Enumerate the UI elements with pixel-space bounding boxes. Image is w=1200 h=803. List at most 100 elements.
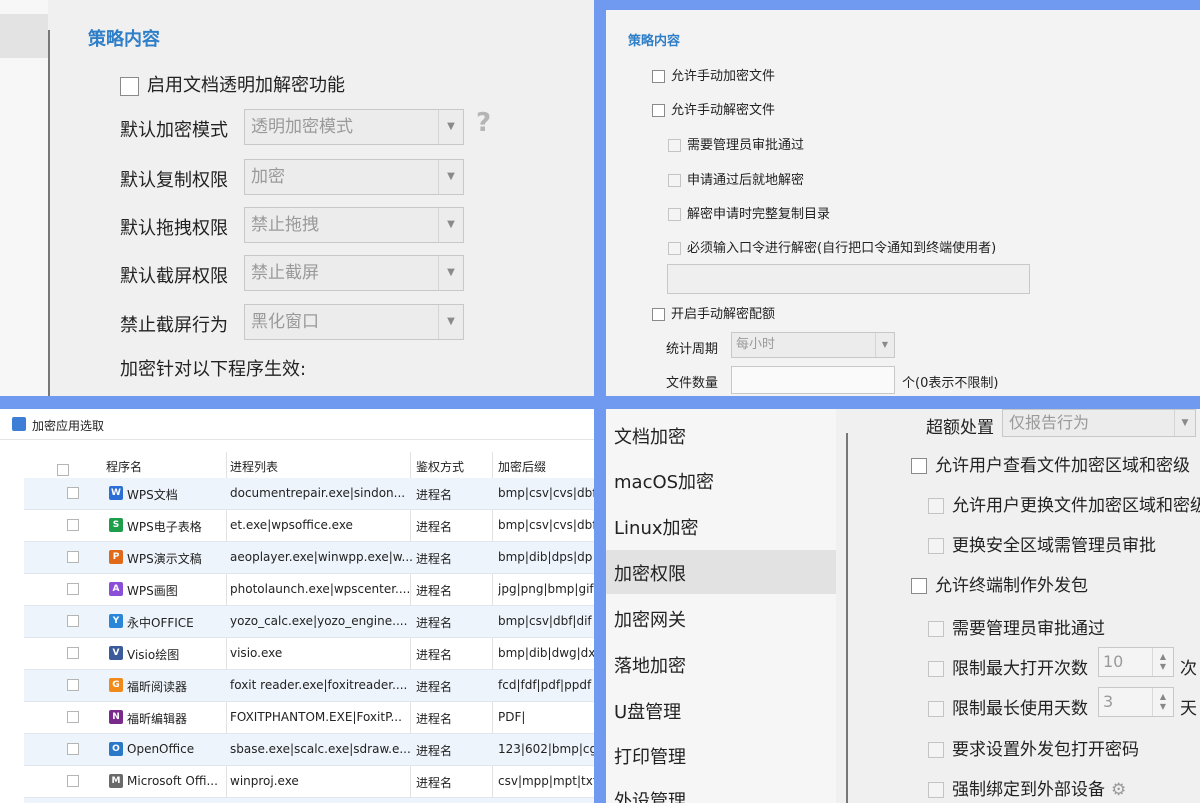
- change-area-checkbox[interactable]: 允许用户更换文件加密区域和密级: [928, 491, 1200, 516]
- view-area-checkbox[interactable]: 允许用户查看文件加密区域和密级: [911, 451, 1190, 476]
- row-checkbox[interactable]: [67, 487, 79, 499]
- checkbox-box[interactable]: [928, 538, 944, 554]
- column-header-process[interactable]: 进程列表: [230, 458, 278, 475]
- row-checkbox[interactable]: [67, 743, 79, 755]
- checkbox-box[interactable]: [928, 621, 944, 637]
- table-row[interactable]: A WPS画图 photolaunch.exe|wpscenter.... 进程名 jp…: [24, 574, 594, 606]
- checkbox-label: 允许用户查看文件加密区域和密级: [935, 456, 1190, 476]
- checkbox-box[interactable]: [668, 242, 681, 255]
- chevron-down-icon[interactable]: ▼: [875, 333, 894, 357]
- column-header-auth[interactable]: 鉴权方式: [416, 458, 464, 475]
- need-admin-checkbox[interactable]: 需要管理员审批通过: [668, 134, 804, 153]
- row-checkbox[interactable]: [67, 519, 79, 531]
- decrypt-code-input[interactable]: [667, 264, 1030, 294]
- chevron-down-icon[interactable]: ▼: [438, 208, 463, 242]
- require-password-checkbox[interactable]: 要求设置外发包打开密码: [928, 735, 1139, 760]
- table-row[interactable]: SMicrosoft Sha...groove.exe|msosync.exe|…: [24, 798, 594, 803]
- drag-permission-select[interactable]: 禁止拖拽 ▼: [244, 207, 464, 243]
- checkbox-box[interactable]: [668, 208, 681, 221]
- copy-directory-checkbox[interactable]: 解密申请时完整复制目录: [668, 203, 830, 222]
- decrypt-in-place-checkbox[interactable]: 申请通过后就地解密: [668, 169, 804, 188]
- checkbox-box[interactable]: [652, 308, 665, 321]
- table-row[interactable]: W WPS文档 documentrepair.exe|sindon... 进程名 bmp…: [24, 478, 594, 510]
- table-row[interactable]: G 福昕阅读器 foxit reader.exe|foxitreader.... 进程…: [24, 670, 594, 702]
- encrypt-extension: bmp|csv|cvs|dbf: [498, 518, 594, 532]
- table-row[interactable]: Y 永中OFFICE yozo_calc.exe|yozo_engine.... 进程…: [24, 606, 594, 638]
- table-row[interactable]: V Visio绘图 visio.exe 进程名 bmp|dib|dwg|dx: [24, 638, 594, 670]
- checkbox-box[interactable]: [652, 104, 665, 117]
- table-row[interactable]: O OpenOffice sbase.exe|scalc.exe|sdraw.e..…: [24, 734, 594, 766]
- nav-item-landing-encryption[interactable]: 落地加密: [614, 652, 686, 678]
- checkbox-box[interactable]: [911, 578, 927, 594]
- checkbox-box[interactable]: [928, 701, 944, 717]
- checkbox-box[interactable]: [911, 458, 927, 474]
- nav-item-linux-encryption[interactable]: Linux加密: [614, 514, 699, 540]
- checkbox-box[interactable]: [120, 76, 139, 96]
- column-header-program[interactable]: 程序名: [106, 458, 142, 475]
- enable-transparent-encryption-checkbox[interactable]: 启用文档透明加解密功能: [120, 71, 345, 97]
- nav-item-usb-management[interactable]: U盘管理: [614, 698, 681, 724]
- nav-item-document-encryption[interactable]: 文档加密: [614, 423, 686, 449]
- chevron-down-icon[interactable]: ▼: [438, 110, 463, 144]
- nav-item-print-management[interactable]: 打印管理: [614, 743, 686, 769]
- max-days-checkbox[interactable]: 限制最长使用天数: [928, 694, 1088, 719]
- screenshot-permission-select[interactable]: 禁止截屏 ▼: [244, 255, 464, 291]
- require-code-checkbox[interactable]: 必须输入口令进行解密(自行把口令通知到终端使用者): [668, 237, 996, 256]
- row-checkbox[interactable]: [67, 583, 79, 595]
- app-window-icon: [12, 417, 26, 431]
- manual-decrypt-checkbox[interactable]: 允许手动解密文件: [652, 99, 775, 118]
- copy-permission-select[interactable]: 加密 ▼: [244, 159, 464, 195]
- period-select[interactable]: 每小时 ▼: [731, 332, 895, 358]
- nav-item-encryption-permission[interactable]: 加密权限: [614, 560, 686, 586]
- outgoing-admin-checkbox[interactable]: 需要管理员审批通过: [928, 614, 1105, 639]
- table-row[interactable]: M Microsoft Offi... winproj.exe 进程名 csv|mpp|…: [24, 766, 594, 798]
- process-list: sbase.exe|scalc.exe|sdraw.e...: [230, 742, 411, 756]
- checkbox-box[interactable]: [928, 742, 944, 758]
- bind-device-checkbox[interactable]: 强制绑定到外部设备 ⚙: [928, 775, 1126, 800]
- chevron-down-icon[interactable]: ▼: [438, 256, 463, 290]
- table-row[interactable]: N 福昕编辑器 FOXITPHANTOM.EXE|FoxitP... 进程名 PDF|: [24, 702, 594, 734]
- row-checkbox[interactable]: [67, 647, 79, 659]
- chevron-down-icon[interactable]: ▼: [438, 305, 463, 339]
- chevron-down-icon[interactable]: ▼: [438, 160, 463, 194]
- checkbox-box[interactable]: [668, 174, 681, 187]
- checkbox-box[interactable]: [928, 661, 944, 677]
- column-header-extension[interactable]: 加密后缀: [498, 458, 546, 475]
- table-row[interactable]: S WPS电子表格 et.exe|wpsoffice.exe 进程名 bmp|csv|c…: [24, 510, 594, 542]
- row-checkbox[interactable]: [67, 775, 79, 787]
- max-open-stepper[interactable]: 10 ▲ ▼: [1098, 647, 1174, 677]
- chevron-down-icon[interactable]: ▼: [1174, 410, 1195, 436]
- max-open-checkbox[interactable]: 限制最大打开次数: [928, 654, 1088, 679]
- stepper-arrows-icon[interactable]: ▲ ▼: [1152, 648, 1173, 676]
- change-area-admin-checkbox[interactable]: 更换安全区域需管理员审批: [928, 531, 1156, 556]
- file-count-input[interactable]: [731, 366, 895, 394]
- nav-item-encryption-gateway[interactable]: 加密网关: [614, 606, 686, 632]
- manual-encrypt-checkbox[interactable]: 允许手动加密文件: [652, 65, 775, 84]
- help-icon[interactable]: ?: [476, 108, 491, 138]
- checkbox-box[interactable]: [652, 70, 665, 83]
- overflow-handling-select[interactable]: 仅报告行为 ▼: [1002, 409, 1196, 437]
- process-list: aeoplayer.exe|winwpp.exe|w...: [230, 550, 412, 564]
- row-checkbox[interactable]: [67, 711, 79, 723]
- encrypt-extension: fcd|fdf|pdf|ppdf: [498, 678, 592, 692]
- table-row[interactable]: P WPS演示文稿 aeoplayer.exe|winwpp.exe|w... 进程名…: [24, 542, 594, 574]
- outgoing-package-checkbox[interactable]: 允许终端制作外发包: [911, 571, 1088, 596]
- row-checkbox[interactable]: [67, 615, 79, 627]
- stepper-arrows-icon[interactable]: ▲ ▼: [1152, 688, 1173, 716]
- screenshot-behavior-select[interactable]: 黑化窗口 ▼: [244, 304, 464, 340]
- encrypt-mode-select[interactable]: 透明加密模式 ▼: [244, 109, 464, 145]
- checkbox-box[interactable]: [928, 782, 944, 798]
- checkbox-box[interactable]: [57, 464, 69, 476]
- encryption-app-picker-window: 加密应用选取 程序名 进程列表 鉴权方式 加密后缀 W WPS文档 document…: [0, 409, 594, 803]
- gear-icon[interactable]: ⚙: [1111, 780, 1126, 800]
- checkbox-box[interactable]: [928, 498, 944, 514]
- nav-item-peripheral-management[interactable]: 外设管理: [614, 787, 686, 803]
- max-days-stepper[interactable]: 3 ▲ ▼: [1098, 687, 1174, 717]
- row-checkbox[interactable]: [67, 551, 79, 563]
- checkbox-box[interactable]: [668, 139, 681, 152]
- decrypt-quota-checkbox[interactable]: 开启手动解密配额: [652, 303, 775, 322]
- checkbox-label: 限制最大打开次数: [952, 659, 1088, 679]
- row-checkbox[interactable]: [67, 679, 79, 691]
- checkbox-label: 开启手动解密配额: [671, 307, 776, 322]
- nav-item-macos-encryption[interactable]: macOS加密: [614, 468, 714, 494]
